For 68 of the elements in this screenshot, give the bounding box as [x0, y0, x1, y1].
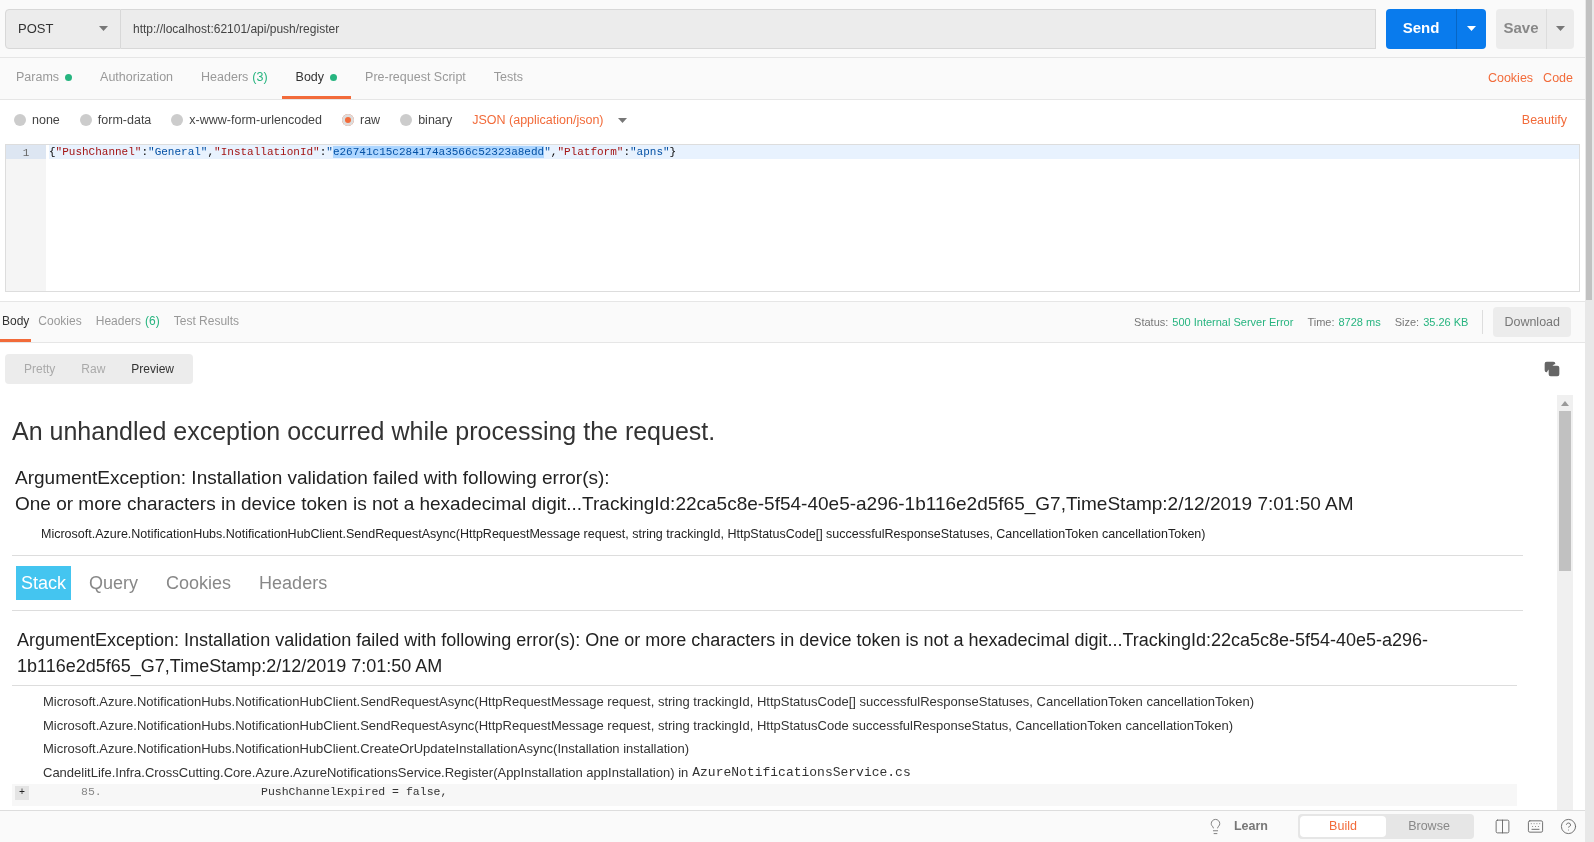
- status-label: Status:: [1134, 314, 1169, 330]
- file-name: AzureNotificationsService.cs: [692, 763, 911, 782]
- save-button[interactable]: Save: [1496, 8, 1546, 49]
- mode-tab[interactable]: Build: [1300, 816, 1386, 837]
- body-mode-radio[interactable]: none: [14, 110, 60, 130]
- stack-frame: CandelitLife.Infra.CrossCutting.Core.Azure.AzureNotificationsService.Register(AppInstallation appInstallation) in: [43, 762, 689, 783]
- error-tab[interactable]: Headers: [249, 566, 338, 601]
- request-tab[interactable]: Headers (3): [187, 58, 282, 99]
- status-value: 500 Internal Server Error: [1172, 314, 1294, 330]
- error-tab[interactable]: Query: [79, 566, 149, 601]
- url-field[interactable]: http://localhost:62101/api/push/register: [121, 8, 1376, 49]
- line-number: 85.: [81, 784, 103, 801]
- save-options-button[interactable]: [1546, 8, 1574, 49]
- error-tab[interactable]: Stack: [16, 566, 72, 601]
- scroll-up-icon[interactable]: [1561, 401, 1569, 406]
- code-line: PushChannelExpired = false,: [261, 784, 448, 801]
- caret-icon: [1467, 26, 1476, 31]
- two-pane-icon[interactable]: [1494, 818, 1511, 835]
- body-mode-radio[interactable]: x-www-form-urlencoded: [171, 110, 322, 130]
- caret-icon: [1556, 26, 1565, 31]
- response-tab[interactable]: Test Results: [166, 302, 247, 342]
- scrollbar[interactable]: [1585, 0, 1594, 842]
- download-button[interactable]: Download: [1493, 307, 1571, 337]
- stack-frame: Microsoft.Azure.NotificationHubs.NotificationHubClient.SendRequestAsync(HttpRequestMessage request, string trackingId, HttpStatusCode[] successfulResponseStatuses, CancellationToken cancellationToken): [43, 692, 1255, 712]
- exception-location: Microsoft.Azure.NotificationHubs.NotificationHubClient.SendRequestAsync(HttpRequestMessage request, string trackingId, HttpStatusCode[] successfulResponseStatuses, CancellationToken cancellationToken): [41, 525, 1207, 543]
- method-dropdown[interactable]: POST: [5, 8, 121, 49]
- status-label: Size:: [1394, 314, 1420, 330]
- body-mode-radio[interactable]: raw: [342, 110, 381, 130]
- line-number: 1: [22, 146, 30, 159]
- code-editor[interactable]: 1 {"PushChannel":"General","InstallationId":"e26741c15c284174a3566c52323a8edd","Platform":"apns"}: [5, 144, 1580, 292]
- stack-frame: Microsoft.Azure.NotificationHubs.NotificationHubClient.SendRequestAsync(HttpRequestMessage request, string trackingId, HttpStatusCode successfulResponseStatus, CancellationToken cancellationToken): [43, 715, 1234, 736]
- content-type-dropdown[interactable]: JSON (application/json): [472, 110, 627, 130]
- stack-exception-message: ArgumentException: Installation validation failed with following error(s): One or more characters in device token is not a hexadecimal digit...TrackingId:22ca5c8e-5f54-40e5-a296-1b116e2d5f65_G7,TimeStamp:2/12/2019 7:01:50 AM: [17, 629, 1430, 679]
- scrollbar[interactable]: [1557, 395, 1573, 810]
- caret-icon: [617, 117, 627, 123]
- view-mode-tab[interactable]: Raw: [68, 354, 119, 384]
- header-link[interactable]: Cookies: [1487, 69, 1534, 88]
- beautify-link[interactable]: Beautify: [1521, 110, 1571, 130]
- help-icon[interactable]: [1560, 818, 1577, 835]
- response-tab[interactable]: Cookies: [31, 302, 89, 342]
- error-tab[interactable]: Cookies: [156, 566, 242, 601]
- send-options-button[interactable]: [1456, 8, 1486, 49]
- error-heading: An unhandled exception occurred while processing the request.: [12, 416, 717, 447]
- body-mode-radio[interactable]: binary: [400, 110, 453, 130]
- stack-frame: Microsoft.Azure.NotificationHubs.NotificationHubClient.CreateOrUpdateInstallationAsync(Installation installation): [43, 739, 689, 759]
- keyboard-icon[interactable]: [1527, 818, 1544, 835]
- send-button[interactable]: Send: [1386, 8, 1456, 49]
- status-label: Time:: [1307, 314, 1335, 330]
- request-tab[interactable]: Authorization: [86, 58, 188, 99]
- exception-message: ArgumentException: Installation validation failed with following error(s):: [15, 465, 611, 490]
- body-mode-radio[interactable]: form-data: [79, 110, 152, 130]
- request-tab[interactable]: Pre-request Script: [351, 58, 480, 99]
- status-value: 8728 ms: [1338, 314, 1381, 330]
- view-mode-tab[interactable]: Pretty: [11, 354, 69, 384]
- status-value: 35.26 KB: [1423, 314, 1469, 330]
- caret-icon: [99, 26, 108, 31]
- request-tab[interactable]: Body: [281, 58, 352, 99]
- request-tab[interactable]: Params: [2, 58, 87, 99]
- expand-button[interactable]: +: [15, 786, 29, 801]
- view-mode-tab[interactable]: Preview: [118, 354, 188, 384]
- header-link[interactable]: Code: [1543, 69, 1573, 88]
- learn-button[interactable]: Learn: [1206, 817, 1268, 836]
- response-tab[interactable]: Body: [0, 302, 32, 342]
- mode-tab[interactable]: Browse: [1386, 816, 1472, 837]
- response-tab[interactable]: Headers (6): [88, 302, 167, 342]
- request-tab[interactable]: Tests: [479, 58, 537, 99]
- exception-message: One or more characters in device token is not a hexadecimal digit...TrackingId:22ca5c8e-5f54-40e5-a296-1b116e2d5f65_G7,TimeStamp:2/12/2019 7:01:50 AM: [15, 491, 1355, 517]
- copy-button[interactable]: [1544, 361, 1560, 377]
